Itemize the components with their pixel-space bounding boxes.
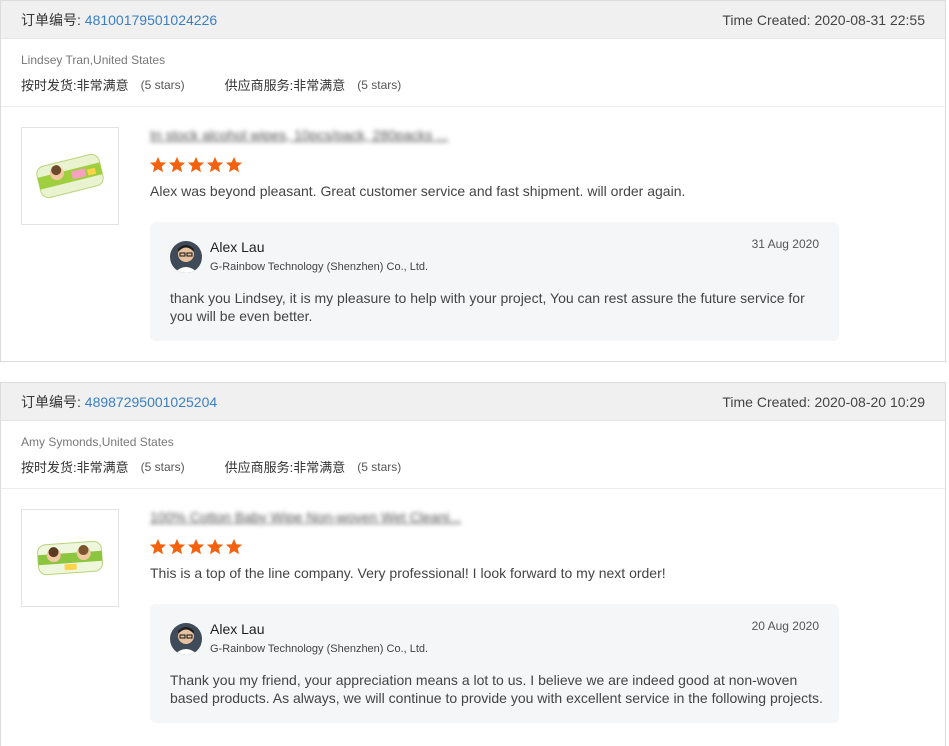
rating-summary: 按时发货: 非常满意 (5 stars) 供应商服务: 非常满意 (5 star… xyxy=(21,75,925,94)
supplier-reply: Alex Lau G-Rainbow Technology (Shenzhen)… xyxy=(150,604,839,723)
on-time-shipping-rating: 按时发货: 非常满意 (5 stars) xyxy=(21,75,185,94)
order-number-label: 订单编号: xyxy=(21,393,81,410)
star-icon xyxy=(149,156,167,173)
star-icon xyxy=(187,538,205,555)
order-number-label: 订单编号: xyxy=(21,11,81,28)
supplier-reply: Alex Lau G-Rainbow Technology (Shenzhen)… xyxy=(150,222,839,341)
order-number-link[interactable]: 48987295001025204 xyxy=(85,394,217,410)
time-created-label: Time Created: xyxy=(722,393,811,410)
wipes-pack-image xyxy=(37,540,103,576)
time-created: Time Created: 2020-08-31 22:55 xyxy=(722,12,925,28)
time-created-value: 2020-08-20 10:29 xyxy=(814,393,925,410)
rating-summary: 按时发货: 非常满意 (5 stars) 供应商服务: 非常满意 (5 star… xyxy=(21,457,925,476)
supplier-service-label: 供应商服务: xyxy=(224,78,294,93)
reply-text: thank you Lindsey, it is my pleasure to … xyxy=(170,290,805,324)
time-created-value: 2020-08-31 22:55 xyxy=(814,11,925,28)
reply-date: 20 Aug 2020 xyxy=(751,619,819,633)
star-icon xyxy=(149,538,167,555)
supplier-service-label: 供应商服务: xyxy=(224,460,294,475)
reply-author-name: Alex Lau xyxy=(210,239,265,255)
product-title-link[interactable]: In stock alcohol wipes, 10pcs/pack, 280p… xyxy=(150,127,448,143)
star-icon xyxy=(225,538,243,555)
supplier-service-rating: 供应商服务: 非常满意 (5 stars) xyxy=(225,457,402,476)
product-thumbnail[interactable] xyxy=(21,509,119,607)
star-icon xyxy=(168,538,186,555)
supplier-service-stars: (5 stars) xyxy=(357,77,402,92)
buyer-info: Amy Symonds,United States 按时发货: 非常满意 (5 … xyxy=(1,421,945,489)
buyer-name: Lindsey Tran,United States xyxy=(21,53,166,67)
on-time-shipping-value: 非常满意 xyxy=(76,460,129,475)
time-created: Time Created: 2020-08-20 10:29 xyxy=(722,394,925,410)
star-icon xyxy=(206,156,224,173)
order-header: 订单编号: 48987295001025204 Time Created: 20… xyxy=(1,383,945,421)
star-icon xyxy=(206,538,224,555)
on-time-shipping-label: 按时发货: xyxy=(21,78,77,93)
review-card: 订单编号: 48100179501024226 Time Created: 20… xyxy=(0,0,946,362)
supplier-service-rating: 供应商服务: 非常满意 (5 stars) xyxy=(225,75,402,94)
time-created-label: Time Created: xyxy=(722,11,811,28)
wipes-pack-image xyxy=(36,153,104,199)
star-icon xyxy=(225,156,243,173)
avatar xyxy=(170,623,202,655)
reply-author-name: Alex Lau xyxy=(210,621,265,637)
review-body: In stock alcohol wipes, 10pcs/pack, 280p… xyxy=(1,107,945,361)
star-rating xyxy=(149,538,244,556)
on-time-shipping-label: 按时发货: xyxy=(21,460,77,475)
on-time-shipping-stars: (5 stars) xyxy=(140,459,185,474)
order-number-link[interactable]: 48100179501024226 xyxy=(85,12,217,28)
supplier-service-value: 非常满意 xyxy=(293,460,346,475)
star-icon xyxy=(168,156,186,173)
star-icon xyxy=(187,156,205,173)
reply-company: G-Rainbow Technology (Shenzhen) Co., Ltd… xyxy=(210,261,429,273)
supplier-service-stars: (5 stars) xyxy=(357,459,402,474)
review-comment: This is a top of the line company. Very … xyxy=(150,565,666,581)
on-time-shipping-rating: 按时发货: 非常满意 (5 stars) xyxy=(21,457,185,476)
reply-company: G-Rainbow Technology (Shenzhen) Co., Ltd… xyxy=(210,643,429,655)
review-card: 订单编号: 48987295001025204 Time Created: 20… xyxy=(0,382,946,746)
on-time-shipping-stars: (5 stars) xyxy=(140,77,185,92)
product-thumbnail[interactable] xyxy=(21,127,119,225)
review-comment: Alex was beyond pleasant. Great customer… xyxy=(150,183,686,199)
avatar xyxy=(170,241,202,273)
buyer-name: Amy Symonds,United States xyxy=(21,435,174,449)
on-time-shipping-value: 非常满意 xyxy=(76,78,129,93)
review-body: 100% Cotton Baby Wipe Non-woven Wet Clea… xyxy=(1,489,945,743)
buyer-info: Lindsey Tran,United States 按时发货: 非常满意 (5… xyxy=(1,39,945,107)
reply-date: 31 Aug 2020 xyxy=(751,237,819,251)
reply-text: Thank you my friend, your appreciation m… xyxy=(170,672,823,706)
order-header: 订单编号: 48100179501024226 Time Created: 20… xyxy=(1,1,945,39)
product-title-link[interactable]: 100% Cotton Baby Wipe Non-woven Wet Clea… xyxy=(150,509,461,525)
supplier-service-value: 非常满意 xyxy=(293,78,346,93)
star-rating xyxy=(149,156,244,174)
